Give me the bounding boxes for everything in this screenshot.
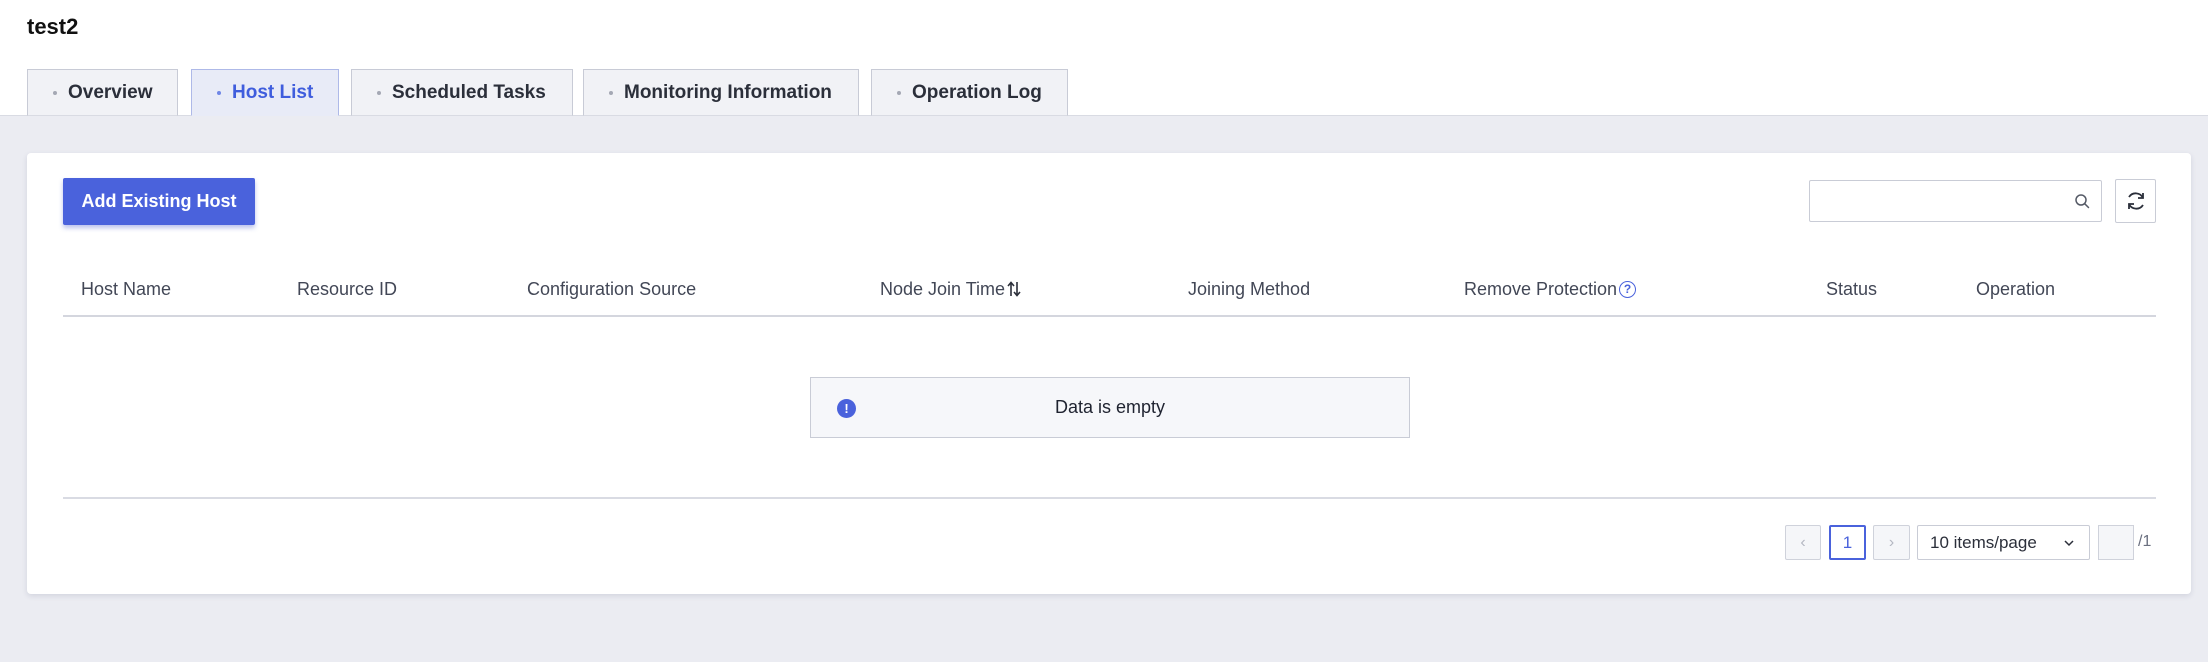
table-header: Host Name Resource ID Configuration Sour… [63,261,2156,317]
chevron-down-icon [2064,540,2074,547]
sort-icon[interactable] [1007,280,1021,298]
column-header-resource-id: Resource ID [297,261,397,317]
tab-host-list[interactable]: Host List [191,69,339,116]
search-box [1809,180,2102,222]
header-area: test2 Overview Host List Scheduled Tasks… [0,0,2208,116]
info-icon: ! [837,399,856,418]
next-page-button[interactable]: › [1873,525,1910,560]
column-label: Resource ID [297,278,398,299]
tab-label: Operation Log [912,81,1042,103]
tab-monitoring-information[interactable]: Monitoring Information [583,69,859,116]
column-header-status: Status [1826,261,1877,317]
divider [63,497,2156,499]
column-header-remove-protection: Remove Protection ? [1464,261,1637,317]
tab-dot-icon [53,90,57,95]
page-size-select[interactable]: 10 items/page [1917,525,2090,560]
tab-dot-icon [217,90,221,95]
column-label: Node Join Time [880,278,1006,299]
total-pages: /1 [2138,533,2152,550]
column-header-joining-method: Joining Method [1188,261,1310,317]
refresh-button[interactable] [2115,179,2156,223]
tab-label: Host List [232,81,314,103]
tab-dot-icon [897,90,901,95]
tab-label: Overview [68,81,153,103]
tab-scheduled-tasks[interactable]: Scheduled Tasks [351,69,573,116]
tab-dot-icon [377,90,381,95]
column-header-operation: Operation [1976,261,2055,317]
previous-page-button[interactable]: ‹ [1785,525,1821,560]
column-label: Status [1826,278,1878,299]
column-header-configuration-source: Configuration Source [527,261,696,317]
column-header-host-name: Host Name [81,261,171,317]
tab-label: Scheduled Tasks [392,81,546,103]
tab-overview[interactable]: Overview [27,69,178,116]
search-input[interactable] [1810,181,2060,221]
add-existing-host-button[interactable]: Add Existing Host [63,178,255,225]
column-label: Configuration Source [527,278,697,299]
refresh-icon [2127,192,2144,210]
column-label: Operation [1976,278,2056,299]
column-label: Remove Protection [1464,278,1618,299]
empty-state: ! Data is empty [810,377,1410,438]
tab-label: Monitoring Information [624,81,832,103]
column-label: Host Name [81,278,172,299]
page-number-current[interactable]: 1 [1829,525,1866,560]
search-icon[interactable] [2074,193,2090,209]
page-jump-input[interactable] [2098,525,2134,560]
help-icon[interactable]: ? [1619,280,1637,298]
column-label: Joining Method [1188,278,1311,299]
tab-dot-icon [609,90,613,95]
host-list-panel: Add Existing Host Host Name Resource ID … [27,153,2191,594]
page-size-label: 10 items/page [1930,532,2037,552]
column-header-node-join-time[interactable]: Node Join Time [880,261,1021,317]
tab-operation-log[interactable]: Operation Log [871,69,1068,116]
empty-message: Data is empty [1054,397,1166,417]
page-title: test2 [27,14,79,39]
